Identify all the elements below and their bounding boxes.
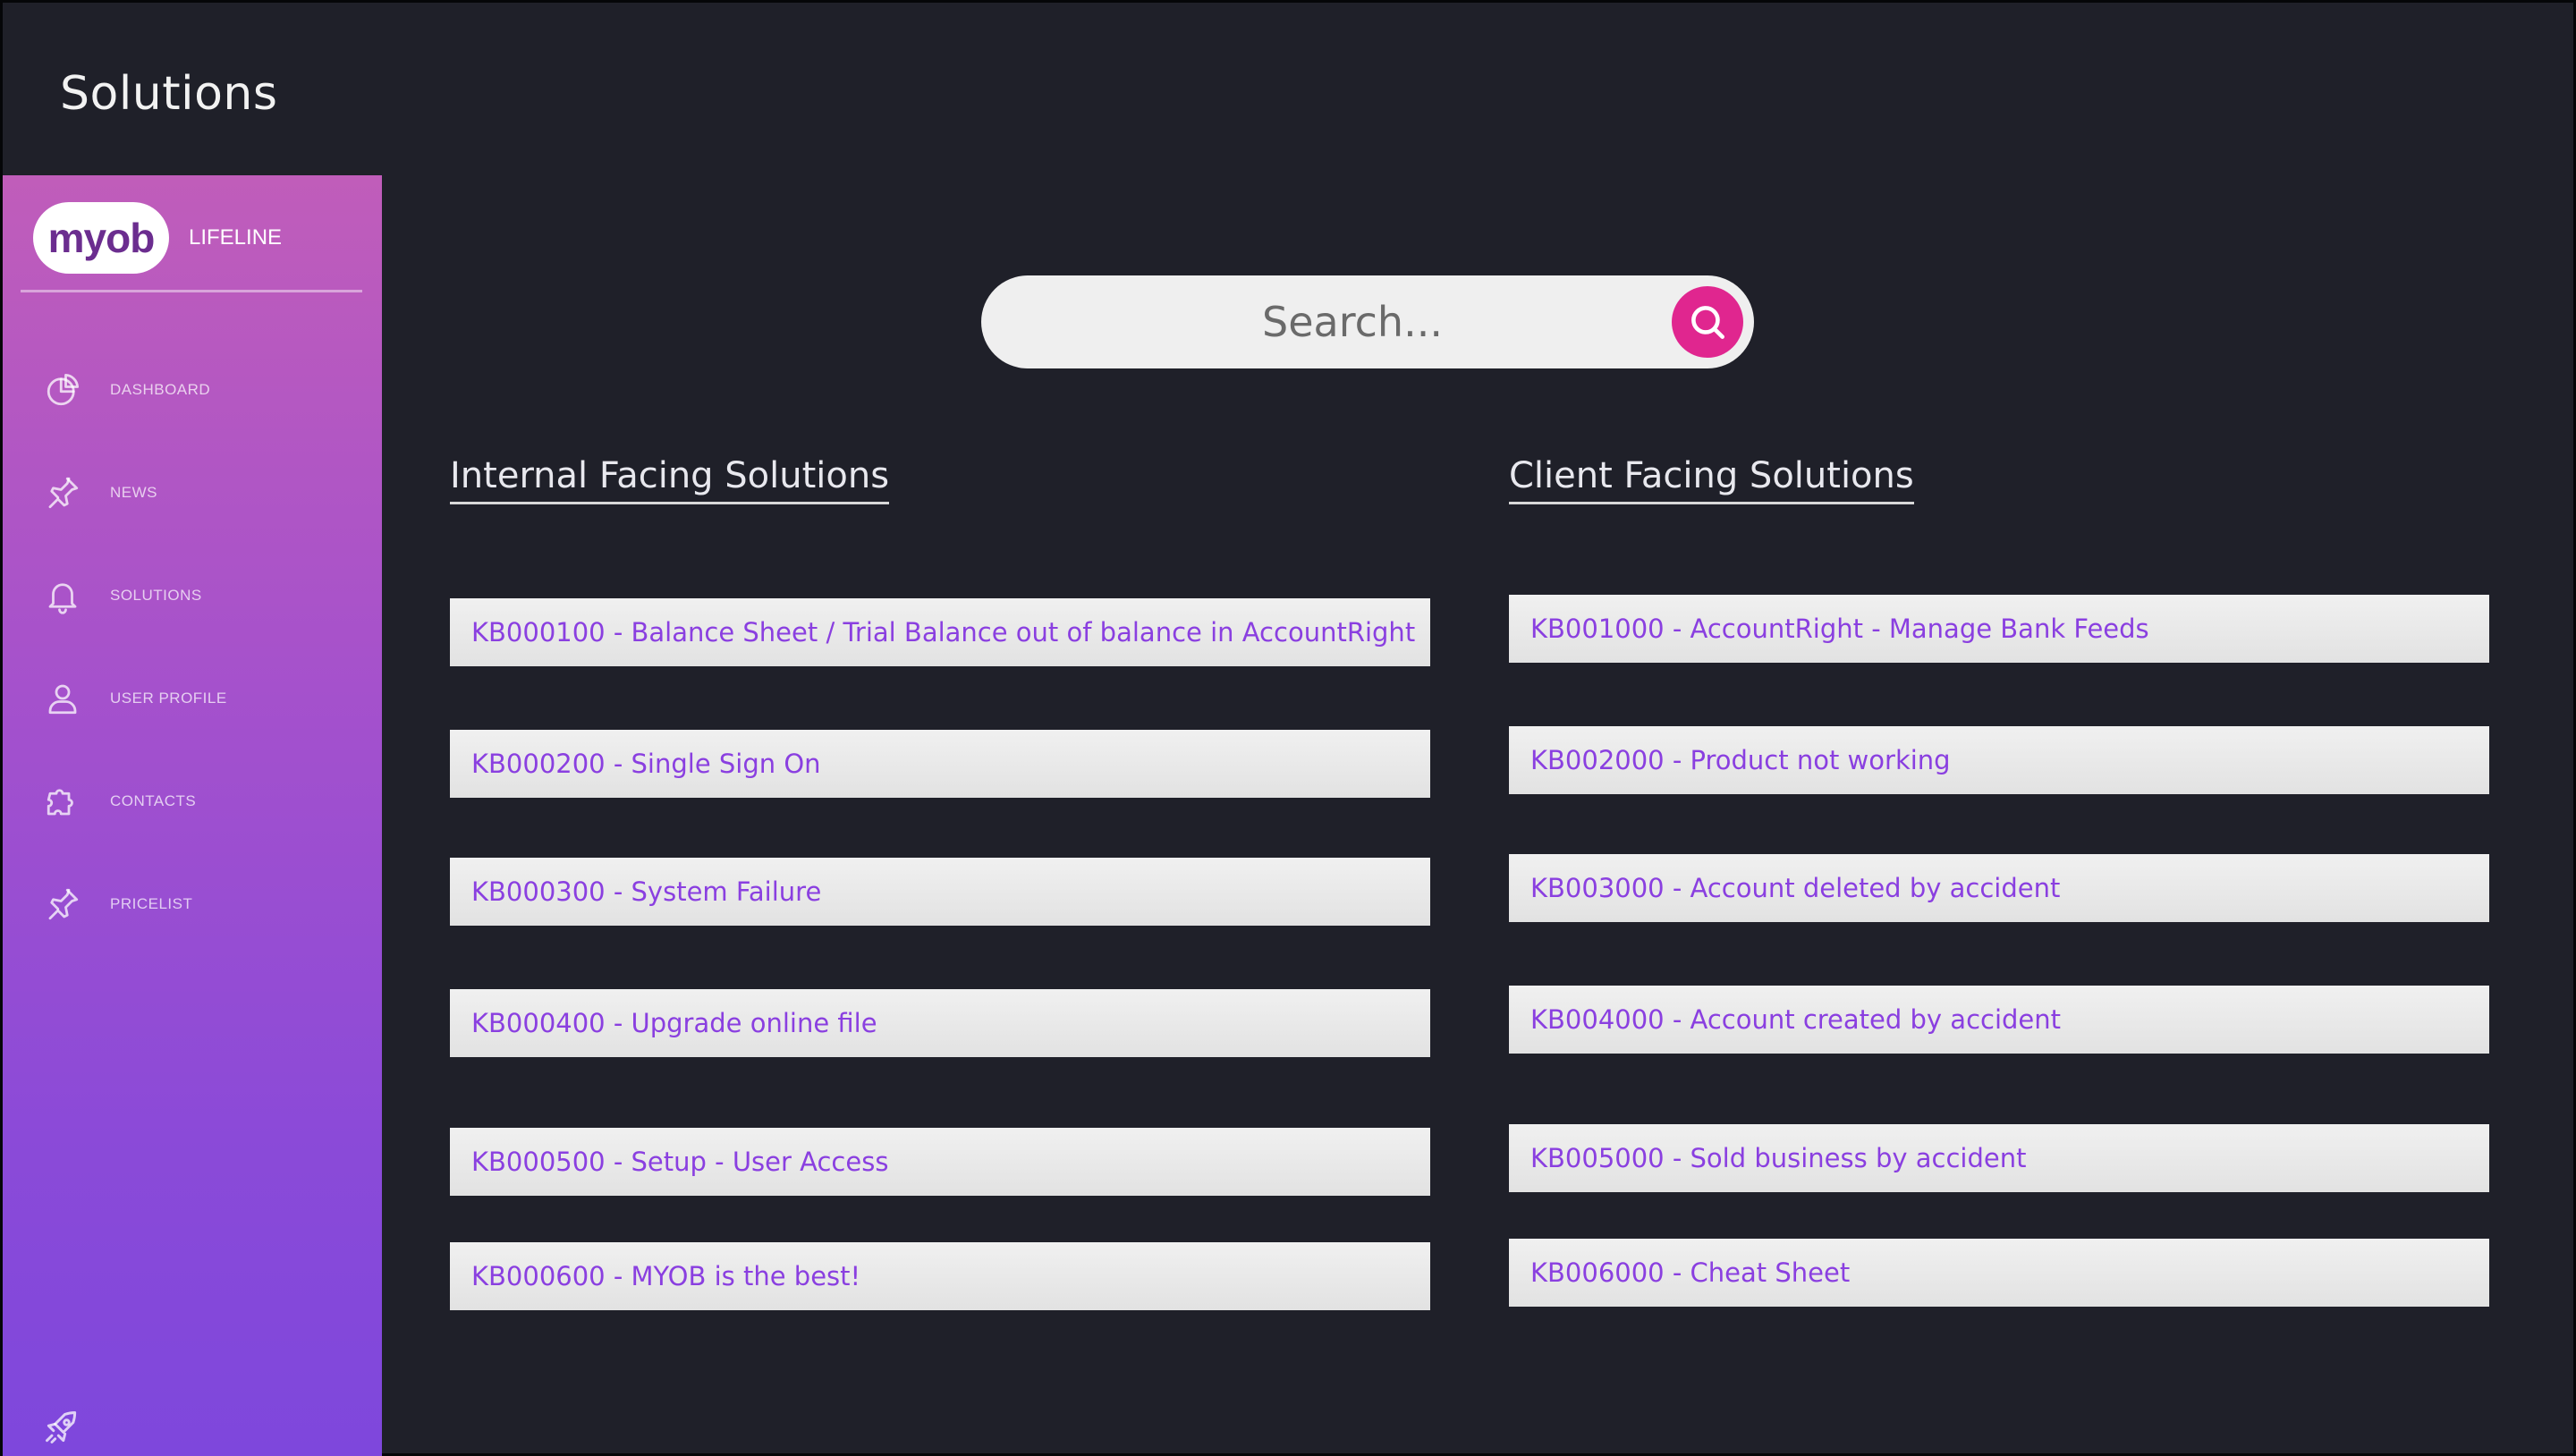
list-item[interactable]: KB002000 - Product not working [1509,726,2489,794]
sidebar-item-label: PRICELIST [110,895,193,912]
sidebar-item-contacts[interactable]: CONTACTS [42,778,196,825]
rocket-icon[interactable] [42,1408,81,1447]
pin-icon [42,884,83,925]
list-item[interactable]: KB006000 - Cheat Sheet [1509,1239,2489,1307]
app-window: Solutions myob LIFELINE DASHBOARD NEWS S… [0,0,2576,1456]
sidebar-item-user-profile[interactable]: USER PROFILE [42,675,227,722]
page-title: Solutions [60,67,278,121]
sidebar-item-news[interactable]: NEWS [42,470,157,516]
list-item[interactable]: KB003000 - Account deleted by accident [1509,854,2489,922]
search-icon [1691,306,1724,339]
internal-solutions-title: Internal Facing Solutions [450,455,890,504]
sidebar-item-pricelist[interactable]: PRICELIST [42,881,192,927]
list-item[interactable]: KB000400 - Upgrade online file [450,989,1430,1057]
sidebar-item-solutions[interactable]: SOLUTIONS [42,572,202,619]
user-icon [42,678,83,719]
sidebar-item-dashboard[interactable]: DASHBOARD [42,367,210,413]
list-item[interactable]: KB000100 - Balance Sheet / Trial Balance… [450,598,1430,666]
sidebar-item-label: USER PROFILE [110,690,227,707]
list-item[interactable]: KB000500 - Setup - User Access [450,1128,1430,1196]
sidebar-item-label: DASHBOARD [110,381,211,398]
myob-logo: myob [33,202,169,274]
list-item[interactable]: KB001000 - AccountRight - Manage Bank Fe… [1509,595,2489,663]
sidebar-item-label: NEWS [110,484,157,501]
bell-icon [42,575,83,616]
search-bar [981,275,1754,369]
list-item[interactable]: KB005000 - Sold business by accident [1509,1124,2489,1192]
list-item[interactable]: KB004000 - Account created by accident [1509,986,2489,1054]
list-item[interactable]: KB000300 - System Failure [450,858,1430,926]
search-button[interactable] [1672,286,1743,358]
brand[interactable]: myob LIFELINE [33,202,282,274]
list-item[interactable]: KB000200 - Single Sign On [450,730,1430,798]
list-item[interactable]: KB000600 - MYOB is the best! [450,1242,1430,1310]
puzzle-icon [42,781,83,822]
client-solutions-title: Client Facing Solutions [1509,455,1914,504]
sidebar: myob LIFELINE DASHBOARD NEWS SOLUTIONS U… [3,175,382,1456]
sidebar-item-label: SOLUTIONS [110,587,202,604]
search-input[interactable] [981,275,1672,369]
pin-icon [42,472,83,513]
divider [21,290,362,292]
chart-pie-icon [42,369,83,411]
brand-subtitle: LIFELINE [189,225,283,250]
sidebar-item-label: CONTACTS [110,792,197,809]
